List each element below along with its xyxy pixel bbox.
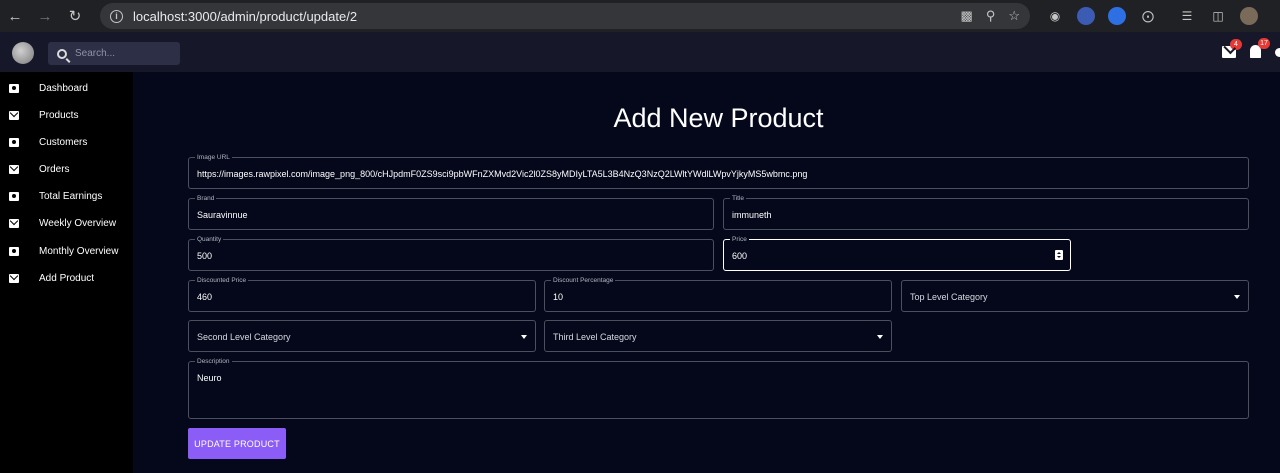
sidebar-item-label: Add Product <box>39 273 95 284</box>
mail-badge: 4 <box>1230 39 1242 50</box>
tv-icon <box>9 247 19 256</box>
field-label: Brand <box>195 194 217 203</box>
chevron-down-icon <box>877 335 883 339</box>
sidebar-item-monthly-overview[interactable]: Monthly Overview <box>0 238 133 265</box>
mail-icon <box>9 274 19 283</box>
sidebar-item-customers[interactable]: Customers <box>0 129 133 156</box>
number-stepper-icon[interactable] <box>1055 250 1063 260</box>
sidebar-item-orders[interactable]: Orders <box>0 156 133 183</box>
forward-icon[interactable]: → <box>30 0 60 32</box>
field-value[interactable]: Sauravinnue <box>197 210 248 220</box>
brand-field[interactable]: Brand Sauravinnue <box>188 194 714 230</box>
field-value[interactable]: Neuro <box>197 373 222 383</box>
search-input[interactable] <box>75 48 175 59</box>
notification-badge: 17 <box>1258 38 1270 49</box>
sidebar-item-label: Dashboard <box>39 83 88 94</box>
media-icon[interactable]: ☰ <box>1178 7 1196 25</box>
field-label: Title <box>730 194 747 203</box>
notification-bell-icon[interactable]: 17 <box>1250 38 1270 58</box>
chevron-down-icon <box>1234 295 1240 299</box>
select-label: Third Level Category <box>553 332 637 342</box>
puzzle-icon[interactable]: ⨀ <box>1139 7 1157 25</box>
search-box[interactable] <box>48 42 180 65</box>
field-value[interactable]: 10 <box>553 292 563 302</box>
zoom-icon[interactable]: ⚲ <box>986 8 996 24</box>
update-product-button[interactable]: UPDATE PRODUCT <box>188 428 286 459</box>
mail-icon[interactable]: 4 <box>1222 39 1242 58</box>
profile-avatar[interactable] <box>1240 7 1258 25</box>
field-value[interactable]: 460 <box>197 292 212 302</box>
app-header: 4 17 <box>0 32 1280 72</box>
profile-avatar[interactable] <box>1275 48 1280 57</box>
chevron-down-icon <box>521 335 527 339</box>
discount-percentage-field[interactable]: Discount Percentage 10 <box>544 276 892 312</box>
field-label: Price <box>730 235 749 244</box>
sidebar-item-label: Customers <box>39 137 88 148</box>
second-level-category-select[interactable]: Second Level Category <box>188 320 536 352</box>
sidebar-item-total-earnings[interactable]: Total Earnings <box>0 183 133 210</box>
sidebar-item-products[interactable]: Products <box>0 102 133 129</box>
tv-icon <box>9 192 19 201</box>
sidebar-item-label: Weekly Overview <box>39 218 117 229</box>
page-title: Add New Product <box>613 103 824 133</box>
sidebar-item-label: Orders <box>39 164 70 175</box>
browser-toolbar: ← → ↻ i localhost:3000/admin/product/upd… <box>0 0 1280 32</box>
third-level-category-select[interactable]: Third Level Category <box>544 320 892 352</box>
title-field[interactable]: Title immuneth <box>723 194 1249 230</box>
field-value[interactable]: 600 <box>732 251 747 261</box>
sidebar-item-weekly-overview[interactable]: Weekly Overview <box>0 210 133 237</box>
field-label: Quantity <box>195 235 224 244</box>
discounted-price-field[interactable]: Discounted Price 460 <box>188 276 536 312</box>
extension-icon[interactable] <box>1077 7 1095 25</box>
field-label: Discounted Price <box>195 276 249 285</box>
mail-icon <box>9 219 19 228</box>
app-logo[interactable] <box>12 42 34 64</box>
sidebar: Dashboard Products Customers Orders Tota… <box>0 72 133 473</box>
bookmark-star-icon[interactable]: ☆ <box>1008 8 1020 24</box>
mail-icon <box>9 165 19 174</box>
field-label: Image URL <box>195 153 232 162</box>
url-text[interactable]: localhost:3000/admin/product/update/2 <box>133 9 357 24</box>
price-field[interactable]: Price 600 <box>723 235 1071 271</box>
reload-icon[interactable]: ↻ <box>60 0 90 32</box>
field-value[interactable]: immuneth <box>732 210 772 220</box>
sidebar-item-dashboard[interactable]: Dashboard <box>0 75 133 102</box>
mail-icon <box>9 111 19 120</box>
quantity-field[interactable]: Quantity 500 <box>188 235 714 271</box>
image-url-field[interactable]: Image URL https://images.rawpixel.com/im… <box>188 153 1249 189</box>
address-bar[interactable]: i localhost:3000/admin/product/update/2 … <box>100 3 1030 29</box>
install-icon[interactable]: ▩ <box>961 8 973 24</box>
extension-icon[interactable] <box>1108 7 1126 25</box>
field-label: Discount Percentage <box>551 276 616 285</box>
field-label: Description <box>195 357 232 366</box>
sidebar-item-add-product[interactable]: Add Product <box>0 265 133 292</box>
tv-icon <box>9 84 19 93</box>
description-field[interactable]: Description Neuro <box>188 357 1249 419</box>
tv-icon <box>9 138 19 147</box>
main-content: Add New Product Image URL https://images… <box>133 72 1280 473</box>
sidebar-item-label: Monthly Overview <box>39 246 119 257</box>
back-icon[interactable]: ← <box>0 0 30 32</box>
sidebar-item-label: Products <box>39 110 79 121</box>
sidebar-icon[interactable]: ◫ <box>1209 7 1227 25</box>
camera-icon[interactable]: ◉ <box>1046 7 1064 25</box>
sidebar-item-label: Total Earnings <box>39 191 103 202</box>
top-level-category-select[interactable]: Top Level Category <box>901 280 1249 312</box>
field-value[interactable]: 500 <box>197 251 212 261</box>
field-value[interactable]: https://images.rawpixel.com/image_png_80… <box>197 169 807 179</box>
info-icon[interactable]: i <box>110 9 123 23</box>
select-label: Top Level Category <box>910 292 988 302</box>
search-icon <box>57 48 67 59</box>
select-label: Second Level Category <box>197 332 291 342</box>
